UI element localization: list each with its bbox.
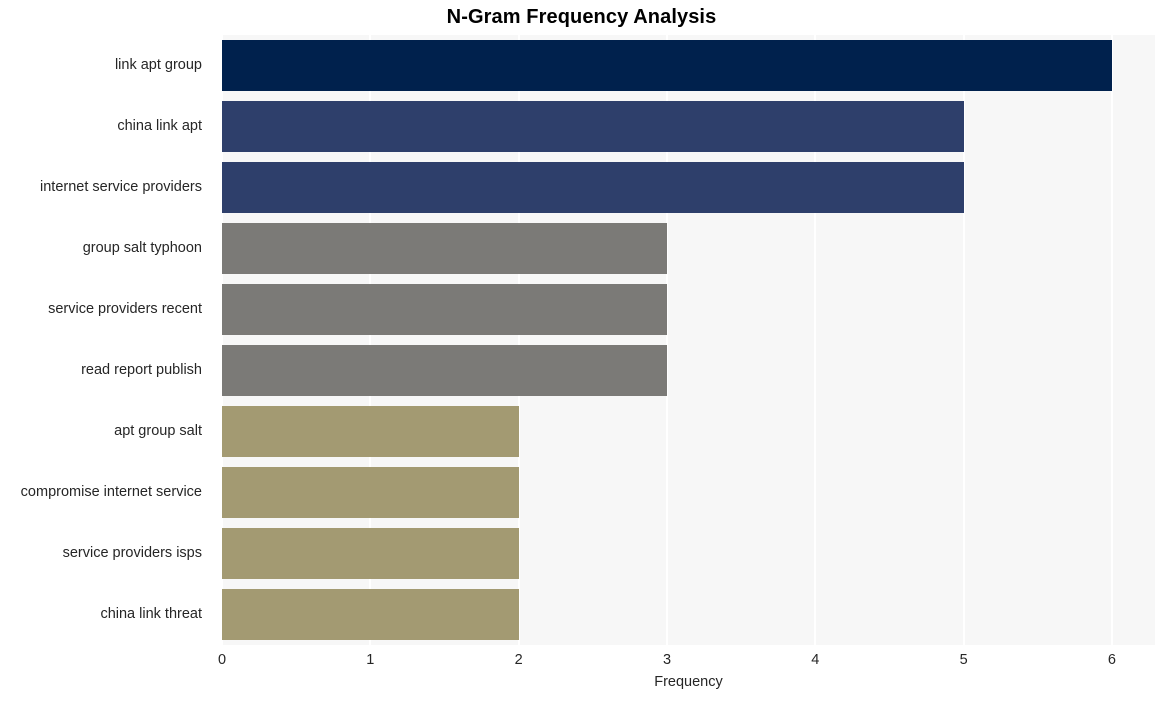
- x-axis-tick-labels: 0 1 2 3 4 5 6: [0, 645, 1163, 675]
- x-axis-tick-label: 3: [662, 652, 672, 668]
- bar[interactable]: [222, 345, 667, 396]
- y-axis-tick-label: read report publish: [81, 361, 202, 378]
- bar[interactable]: [222, 40, 1112, 91]
- y-axis-tick-label: service providers isps: [62, 544, 202, 561]
- bar[interactable]: [222, 162, 964, 213]
- page-title: N-Gram Frequency Analysis: [446, 6, 717, 28]
- y-axis-tick-label: china link apt: [117, 117, 202, 134]
- x-axis-tick-label: 6: [1107, 652, 1116, 668]
- bar[interactable]: [222, 589, 519, 640]
- gridline-x-6: [1110, 35, 1113, 645]
- x-axis-tick-label: 2: [514, 652, 523, 668]
- plot-area: [221, 35, 1155, 645]
- y-axis-tick-labels: link apt group china link apt internet ser…: [0, 35, 212, 645]
- bar[interactable]: [222, 101, 964, 152]
- y-axis-tick-label: china link threat: [100, 605, 202, 622]
- y-axis-tick-label: group salt typhoon: [82, 239, 202, 256]
- y-axis-tick-label: internet service providers: [40, 178, 202, 195]
- y-axis-tick-label: apt group salt: [114, 422, 202, 439]
- y-axis-tick-label: compromise internet service: [20, 483, 202, 500]
- chart-figure: N-Gram Frequency Analysis link apt group…: [0, 0, 1163, 701]
- bar[interactable]: [222, 528, 519, 579]
- bar[interactable]: [222, 406, 519, 457]
- x-axis-tick-label: 0: [217, 652, 227, 668]
- x-axis-tick-label: 4: [811, 652, 820, 668]
- x-axis-title: Frequency: [654, 674, 723, 690]
- x-axis-tick-label: 5: [959, 652, 968, 668]
- bar[interactable]: [222, 223, 667, 274]
- y-axis-tick-label: service providers recent: [48, 300, 202, 317]
- y-axis-tick-label: link apt group: [114, 56, 202, 73]
- bar[interactable]: [222, 284, 667, 335]
- bar[interactable]: [222, 467, 519, 518]
- x-axis-tick-label: 1: [366, 652, 375, 668]
